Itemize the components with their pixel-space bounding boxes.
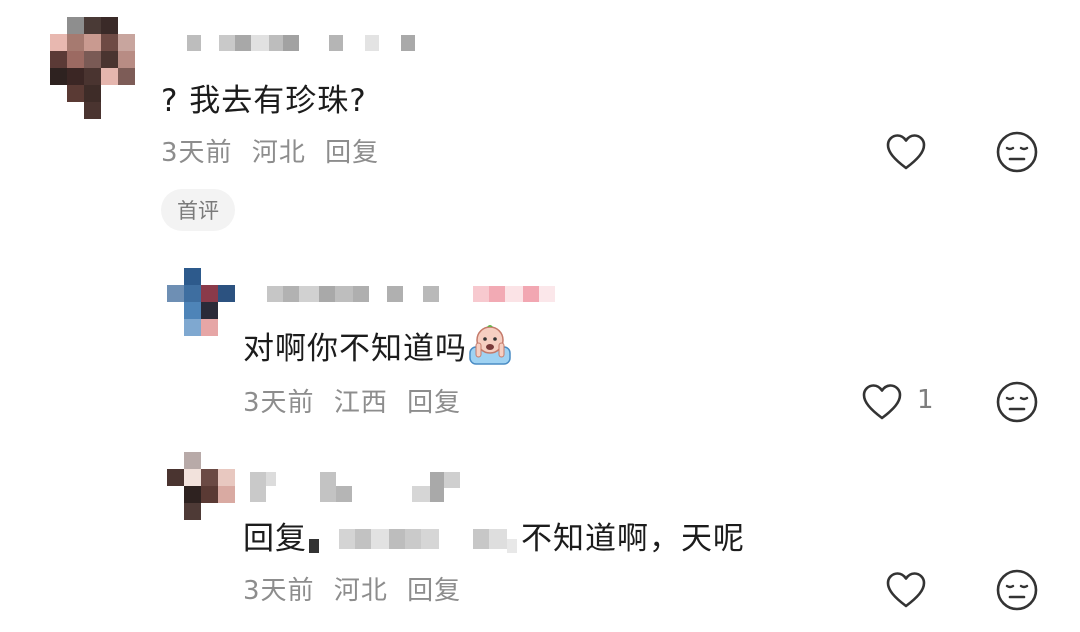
avatar[interactable] bbox=[167, 268, 237, 338]
comment-time: 3天前 bbox=[243, 576, 315, 606]
comment-location: 河北 bbox=[251, 138, 306, 168]
username-blurred[interactable] bbox=[187, 34, 415, 52]
comment-meta: 3天前 江西 回复 bbox=[243, 382, 471, 419]
avatar[interactable] bbox=[167, 452, 237, 522]
comment-location: 江西 bbox=[333, 388, 388, 418]
heart-icon[interactable] bbox=[884, 568, 928, 612]
username-blurred[interactable] bbox=[250, 472, 460, 504]
comment-text: 对啊你不知道吗 bbox=[243, 323, 513, 368]
heart-icon[interactable] bbox=[860, 380, 904, 424]
reply-button[interactable]: 回复 bbox=[407, 576, 461, 606]
reply-button[interactable]: 回复 bbox=[407, 388, 461, 418]
meh-face-icon[interactable] bbox=[995, 380, 1039, 424]
avatar[interactable] bbox=[50, 17, 135, 119]
reply-text: 不知道啊，天呢 bbox=[521, 521, 745, 557]
comment-text: ? 我去有珍珠? bbox=[161, 83, 367, 119]
comment-meta: 3天前 河北 回复 bbox=[161, 132, 389, 169]
badge-label: 首评 bbox=[177, 199, 219, 223]
heart-icon[interactable] bbox=[884, 130, 928, 174]
first-comment-badge: 首评 bbox=[161, 189, 235, 231]
meh-face-icon[interactable] bbox=[995, 130, 1039, 174]
like-count: 1 bbox=[917, 385, 934, 415]
username-blurred[interactable] bbox=[267, 285, 555, 303]
comment-time: 3天前 bbox=[161, 138, 233, 168]
mentioned-user-blurred[interactable] bbox=[309, 528, 517, 553]
reply-button[interactable]: 回复 bbox=[325, 138, 379, 168]
crying-face-emoji bbox=[469, 325, 511, 365]
comment-meta: 3天前 河北 回复 bbox=[243, 570, 471, 607]
comment-location: 河北 bbox=[333, 576, 388, 606]
comment-text: 回复 不知道啊，天呢 bbox=[243, 513, 745, 558]
comment-time: 3天前 bbox=[243, 388, 315, 418]
reply-prefix: 回复 bbox=[243, 521, 307, 557]
meh-face-icon[interactable] bbox=[995, 568, 1039, 612]
comment-text-body: 对啊你不知道吗 bbox=[243, 331, 467, 367]
